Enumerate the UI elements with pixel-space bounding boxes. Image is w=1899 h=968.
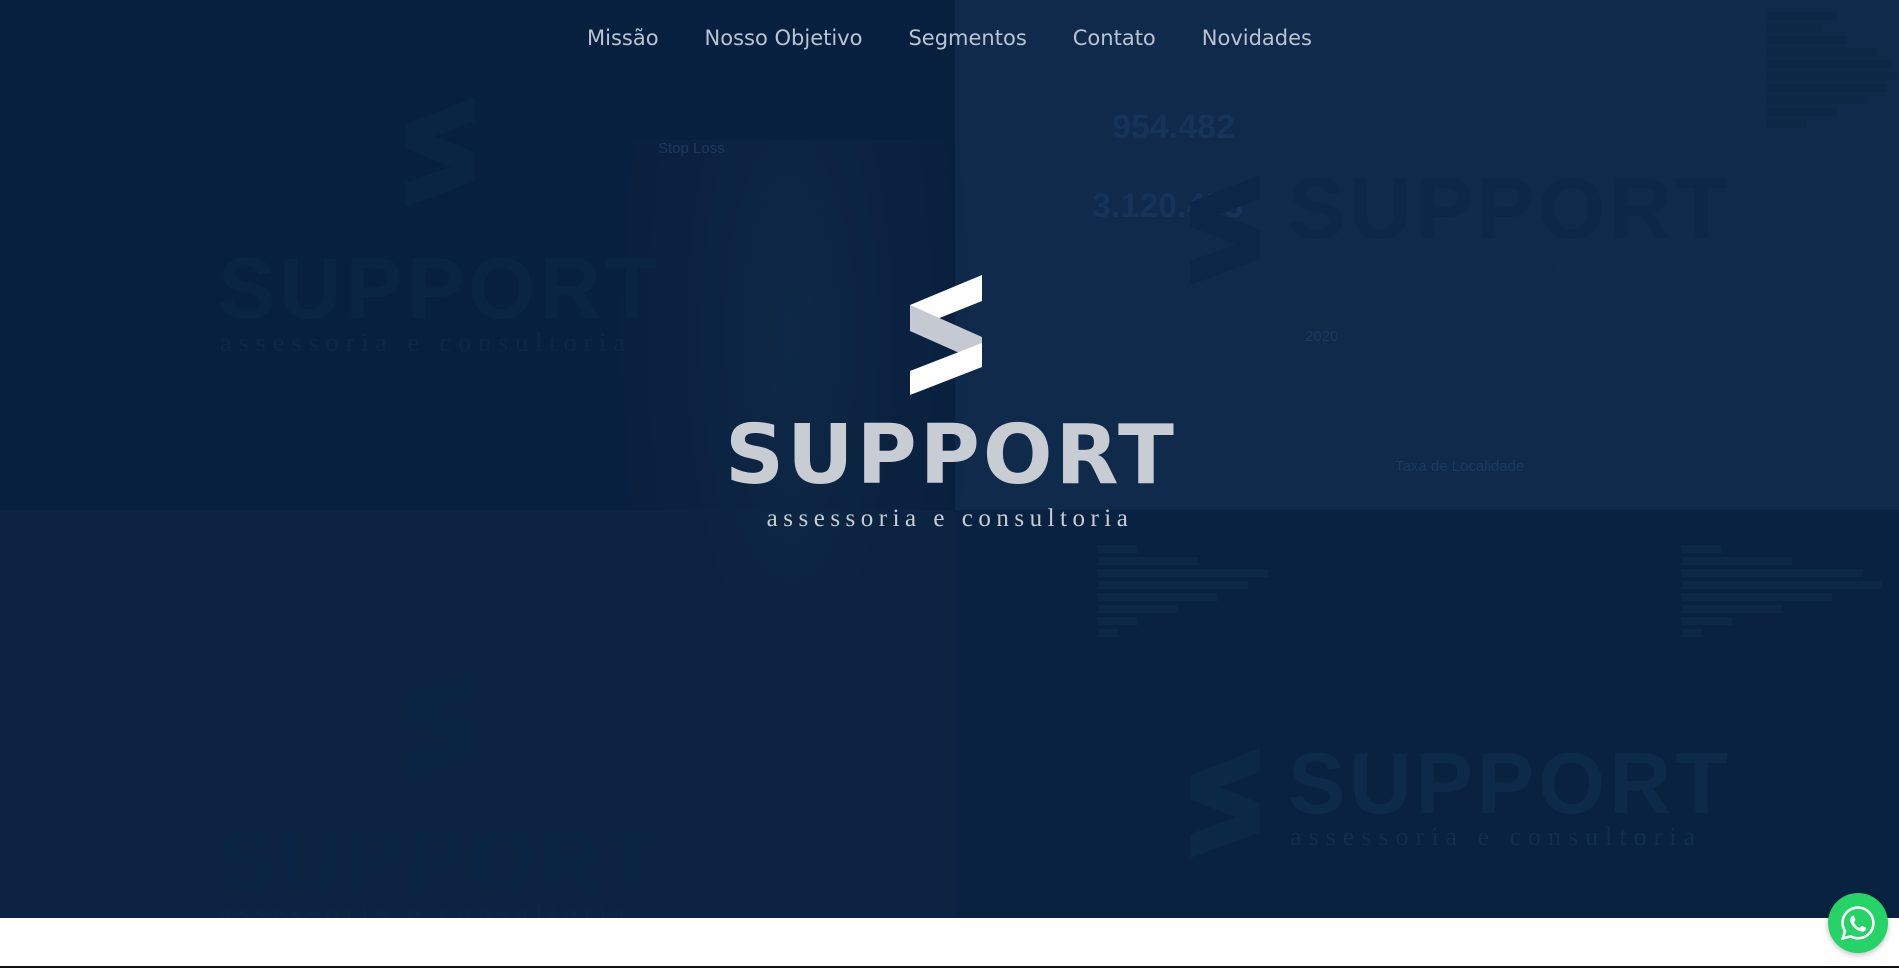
background-stat-label: Taxa de Localidade [1395, 458, 1525, 475]
hero-brand-name: SUPPORT [725, 408, 1177, 503]
s-mark-icon [405, 670, 475, 780]
whatsapp-button[interactable] [1828, 893, 1888, 953]
background-stat-label: 2020 [1305, 328, 1339, 345]
watermark-brand: SUPPORT [218, 241, 662, 337]
background-stat-value: 954.482 [1112, 108, 1235, 146]
hero-section: Stop Loss 954.482 3.120.453 2020 Taxa de… [0, 0, 1899, 918]
background-bar-chart [1098, 545, 1278, 641]
nav-item-nosso-objetivo[interactable]: Nosso Objetivo [682, 26, 886, 50]
background-stat-label: Stop Loss [658, 140, 725, 157]
page-content-start [0, 918, 1899, 968]
watermark-tagline: assessoria e consultoria [1290, 822, 1703, 851]
hero-tagline: assessoria e consultoria [766, 505, 1134, 532]
background-bar-chart [1682, 545, 1892, 641]
watermark-brand: SUPPORT [218, 813, 662, 909]
nav-item-missao[interactable]: Missão [564, 26, 682, 50]
s-mark-icon [1190, 748, 1260, 858]
whatsapp-icon [1840, 906, 1875, 941]
nav-item-contato[interactable]: Contato [1050, 26, 1179, 50]
support-s-logo-icon [910, 275, 982, 395]
hero-logo: SUPPORT assessoria e consultoria [725, 275, 1175, 535]
watermark-tagline: assessoria e consultoria [1290, 248, 1703, 277]
watermark-tagline: assessoria e consultoria [220, 898, 633, 918]
s-mark-icon [1190, 175, 1260, 285]
watermark-tagline: assessoria e consultoria [220, 328, 633, 357]
s-mark-icon [405, 97, 475, 207]
main-nav: Missão Nosso Objetivo Segmentos Contato … [0, 26, 1899, 50]
watermark-brand: SUPPORT [1288, 161, 1732, 257]
watermark-brand: SUPPORT [1288, 736, 1732, 832]
nav-item-novidades[interactable]: Novidades [1179, 26, 1335, 50]
nav-item-segmentos[interactable]: Segmentos [885, 26, 1049, 50]
